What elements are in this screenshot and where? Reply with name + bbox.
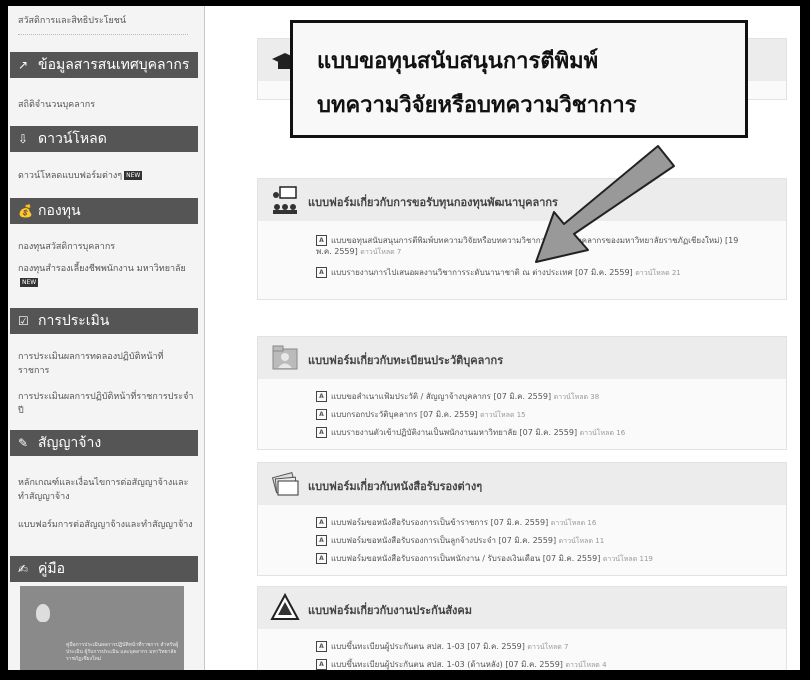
arrow-icon [535,145,675,263]
screenshot-frame: สวัสดิการและสิทธิประโยชน์ ↗ ข้อมูลสารสนเท… [8,6,800,670]
